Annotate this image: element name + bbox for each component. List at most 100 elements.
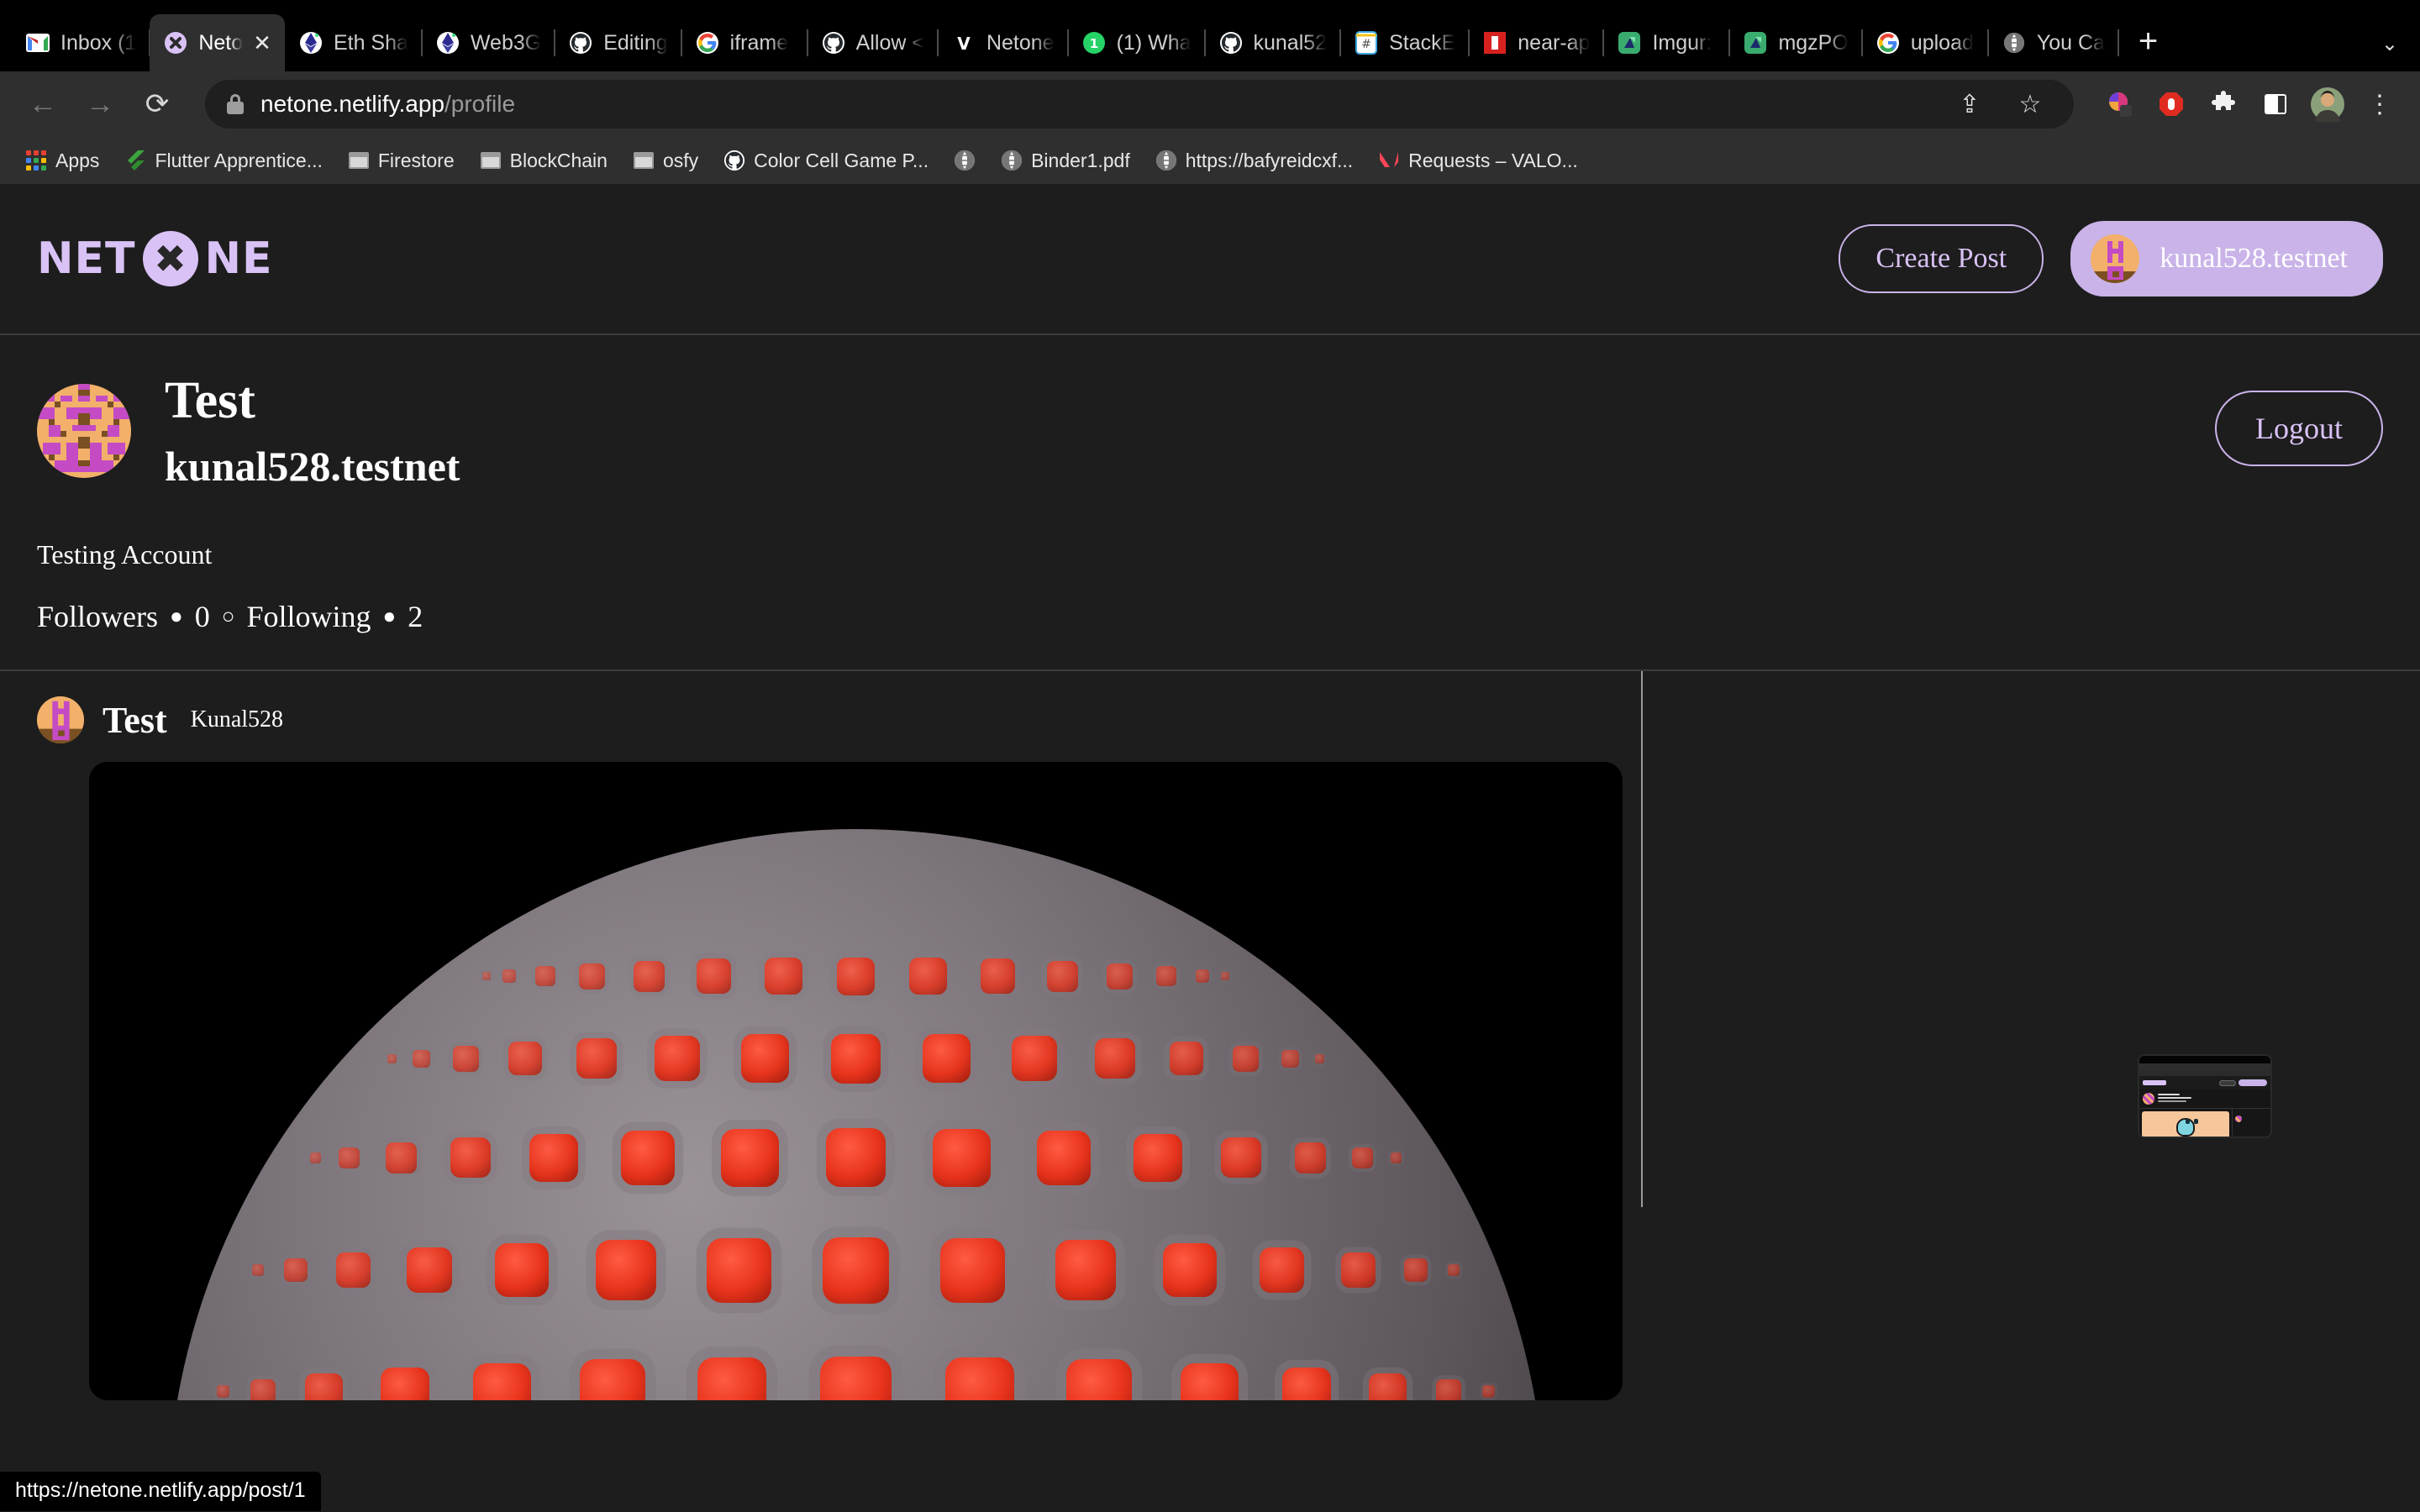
sphere-stud xyxy=(534,966,555,987)
profile-stats: Followers ● 0 ○ Following ● 2 xyxy=(37,599,2383,634)
account-avatar-icon xyxy=(2091,234,2140,283)
back-arrow-icon[interactable]: ← xyxy=(18,80,67,129)
thumb-side-post xyxy=(2232,1109,2270,1137)
browser-tab[interactable]: You Ca xyxy=(1988,14,2119,71)
imgur-icon xyxy=(1743,30,1768,55)
bookmark-item[interactable]: https://bafyreidcxf... xyxy=(1145,144,1363,177)
sphere-stud xyxy=(1106,963,1133,990)
create-post-button[interactable]: Create Post xyxy=(1839,224,2044,293)
star-icon[interactable]: ☆ xyxy=(2008,82,2052,126)
sphere-stud xyxy=(1094,1038,1135,1079)
sphere-stud xyxy=(450,1137,491,1179)
thumb-profile xyxy=(2139,1089,2270,1108)
sphere-stud xyxy=(338,1147,360,1168)
share-icon[interactable]: ⇪ xyxy=(1948,82,1991,126)
bookmark-item[interactable]: Apps xyxy=(15,144,109,177)
adblock-icon[interactable] xyxy=(2149,82,2193,126)
following-count: 2 xyxy=(408,600,424,634)
browser-tab[interactable]: # StackE xyxy=(1340,14,1470,71)
browser-tab[interactable]: kunal52 xyxy=(1205,14,1342,71)
bookmark-item[interactable]: Binder1.pdf xyxy=(991,144,1140,177)
chevron-down-icon[interactable]: ⌄ xyxy=(2381,32,2398,56)
bookmark-item[interactable]: Firestore xyxy=(338,144,465,177)
sphere-stud xyxy=(305,1373,343,1401)
omnibox[interactable]: netone.netlify.app/profile ⇪ ☆ xyxy=(205,80,2074,129)
profile-section: Test kunal528.testnet Logout Testing Acc… xyxy=(0,335,2420,634)
browser-tab[interactable]: Editing xyxy=(555,14,682,71)
logo-x-icon: ✖ xyxy=(142,231,198,286)
thumb-tabstrip xyxy=(2139,1056,2270,1064)
color-swatch-icon[interactable] xyxy=(2097,82,2141,126)
bookmark-item[interactable]: BlockChain xyxy=(470,144,618,177)
browser-tab[interactable]: near-ap xyxy=(1469,14,1605,71)
bookmark-item[interactable]: Flutter Apprentice... xyxy=(114,144,332,177)
sphere-stud xyxy=(1232,1045,1259,1072)
bookmark-label: Firestore xyxy=(377,149,455,171)
netone-logo[interactable]: NET ✖ NE xyxy=(37,231,273,286)
browser-tab[interactable]: Inbox (1 xyxy=(12,14,151,71)
bookmark-item[interactable]: Color Cell Game P... xyxy=(713,144,939,177)
post-image[interactable] xyxy=(89,762,1623,1401)
forward-arrow-icon[interactable]: → xyxy=(76,80,124,129)
browser-tab[interactable]: upload xyxy=(1862,14,1989,71)
sphere-stud xyxy=(826,1128,886,1188)
tab-label: Netone xyxy=(986,30,1055,55)
tab-label: Inbox (1 xyxy=(60,30,137,55)
sphere-stud xyxy=(1259,1247,1305,1294)
extensions-puzzle-icon[interactable] xyxy=(2202,82,2245,126)
thumb-bookmarks xyxy=(2139,1070,2270,1077)
browser-tab[interactable]: 1 (1) Wha xyxy=(1068,14,1206,71)
post-header[interactable]: Test Kunal528 xyxy=(37,696,1604,744)
browser-tab[interactable]: V Netone xyxy=(938,14,1069,71)
close-icon[interactable]: ✕ xyxy=(253,32,271,54)
bookmark-item[interactable]: Requests – VALO... xyxy=(1368,144,1588,177)
browser-chrome: Inbox (1 Neto ✕ Eth Sha Web3G Editing iframe Al… xyxy=(0,0,2420,184)
thumb-side-avatar-icon xyxy=(2235,1116,2242,1123)
sphere-stud xyxy=(1011,1036,1057,1082)
profile-avatar-icon[interactable] xyxy=(2306,82,2349,126)
bookmark-item[interactable]: osfy xyxy=(623,144,708,177)
browser-tab[interactable]: Allow < xyxy=(808,14,939,71)
sphere-stud xyxy=(283,1258,308,1283)
sphere-stud xyxy=(922,1034,971,1084)
post-avatar-icon xyxy=(37,696,84,744)
netone-icon xyxy=(163,30,188,55)
sphere-stud xyxy=(508,1042,543,1076)
preview-thumbnail[interactable] xyxy=(2138,1054,2272,1139)
bookmarks-bar: Apps Flutter Apprentice... Firestore BlockC… xyxy=(0,137,2420,184)
three-dot-menu-icon[interactable]: ⋮ xyxy=(2358,82,2402,126)
apps-grid-icon xyxy=(25,150,47,171)
stackedit-icon: # xyxy=(1354,30,1379,55)
bookmark-label: osfy xyxy=(662,149,699,171)
svg-text:V: V xyxy=(957,34,971,54)
browser-tab[interactable]: Eth Sha xyxy=(285,14,423,71)
side-panel-icon[interactable] xyxy=(2254,82,2297,126)
sphere-stud xyxy=(1481,1385,1495,1399)
sphere-stud xyxy=(944,1357,1015,1401)
sphere-stud xyxy=(595,1240,657,1301)
sphere-stud xyxy=(412,1049,430,1068)
browser-tab[interactable]: iframe xyxy=(681,14,808,71)
account-button[interactable]: kunal528.testnet xyxy=(2070,221,2383,297)
google-icon xyxy=(1876,30,1901,55)
browser-tab[interactable]: Neto ✕ xyxy=(150,14,285,71)
sphere-stud xyxy=(696,958,732,995)
reload-icon[interactable]: ⟳ xyxy=(133,80,182,129)
sphere-stud xyxy=(580,1359,645,1401)
svg-text:1: 1 xyxy=(1089,36,1097,51)
browser-tab[interactable]: Imgur: xyxy=(1603,14,1731,71)
sphere-stud xyxy=(909,958,947,995)
thumb-skull-eye-left xyxy=(2186,1119,2190,1125)
browser-tab[interactable]: mgzPO xyxy=(1729,14,1863,71)
github-icon xyxy=(568,30,593,55)
svg-text:#: # xyxy=(1361,38,1371,51)
ethereum-icon xyxy=(435,30,460,55)
thumb-account-pill xyxy=(2238,1079,2267,1087)
new-tab-button[interactable]: + xyxy=(2118,24,2178,71)
bookmark-label: Binder1.pdf xyxy=(1031,149,1130,171)
logout-button[interactable]: Logout xyxy=(2215,391,2383,466)
bookmark-item[interactable] xyxy=(944,144,986,176)
browser-tab[interactable]: Web3G xyxy=(422,14,556,71)
stats-separator: ○ xyxy=(221,604,235,629)
sphere-stud xyxy=(1436,1378,1462,1401)
